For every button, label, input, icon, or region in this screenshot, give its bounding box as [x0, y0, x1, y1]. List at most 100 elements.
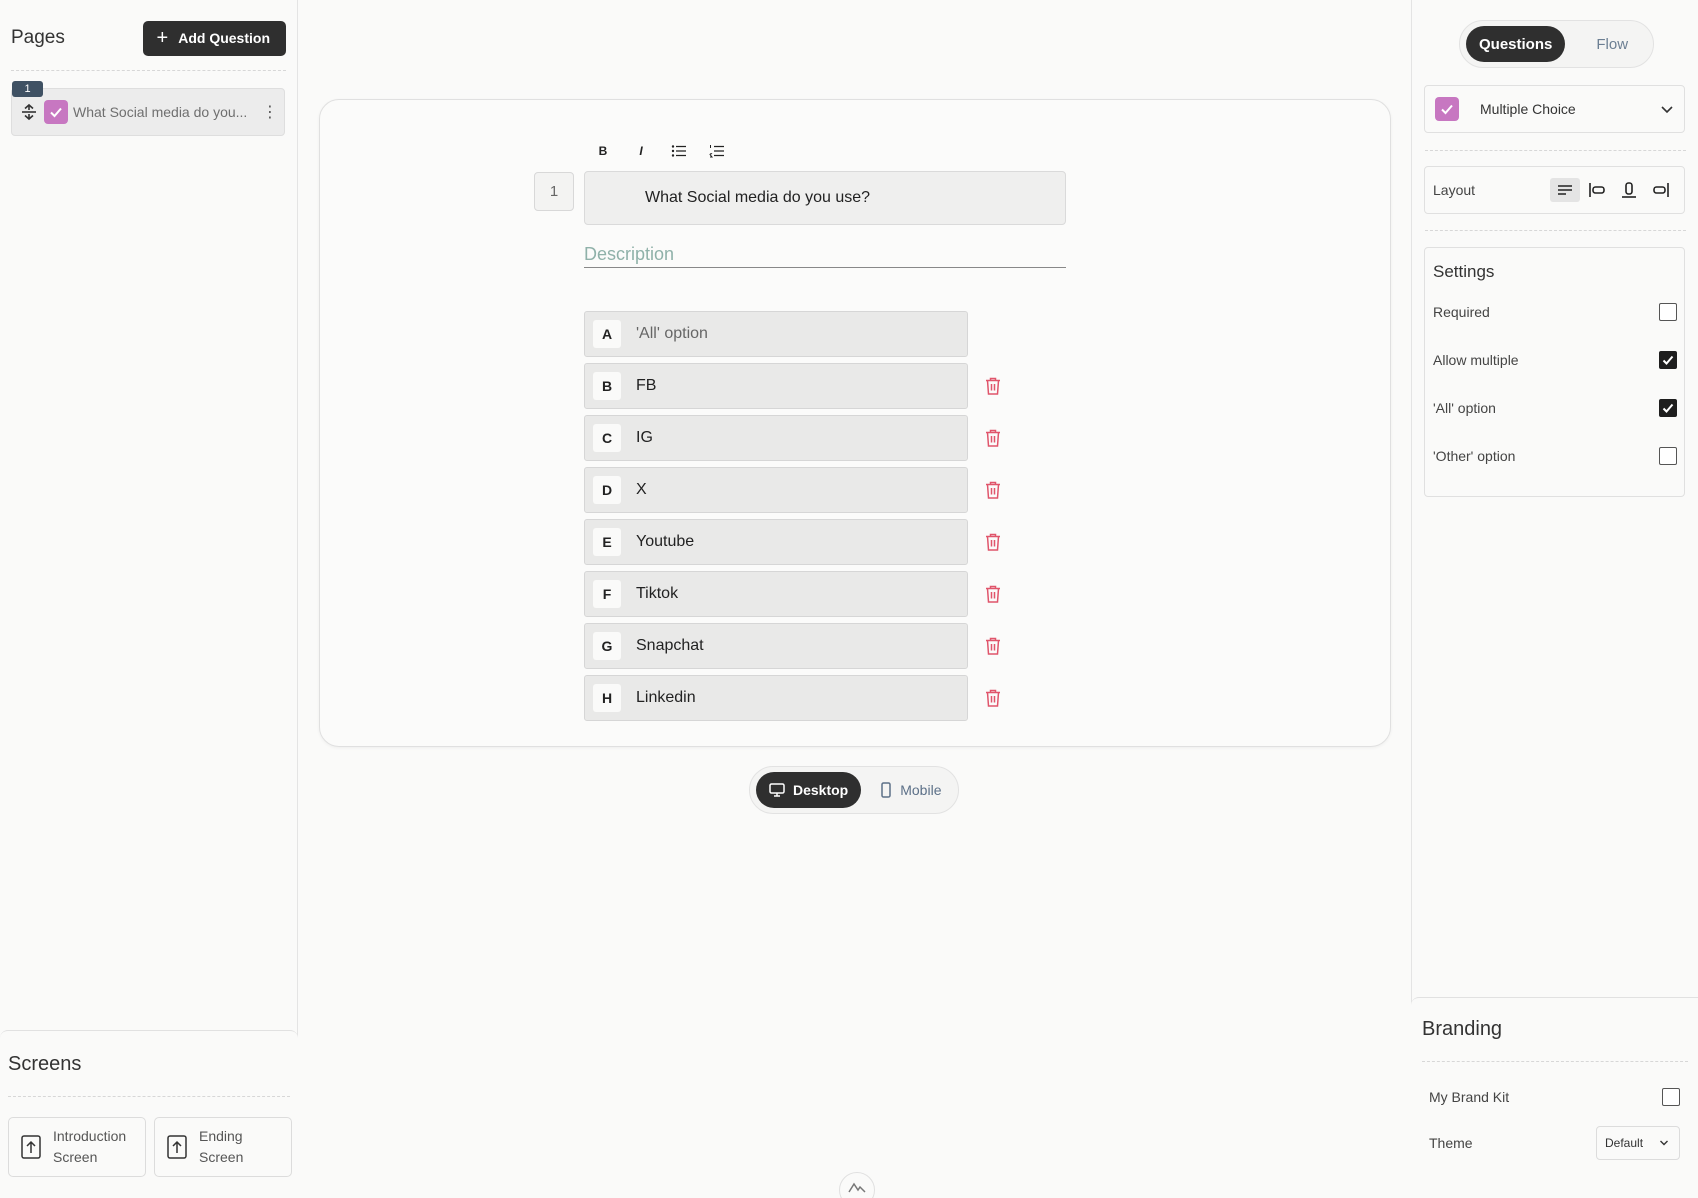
option-text[interactable]: Youtube — [636, 533, 694, 551]
theme-label: Theme — [1429, 1135, 1473, 1151]
setting-label: 'All' option — [1433, 400, 1496, 416]
bullet-list-button[interactable] — [670, 142, 688, 160]
description-input[interactable]: Description — [584, 244, 1066, 268]
question-type-select[interactable]: Multiple Choice — [1424, 85, 1685, 133]
tab-questions[interactable]: Questions — [1466, 26, 1566, 62]
align-text-icon — [1558, 185, 1572, 195]
trash-icon[interactable] — [984, 532, 1002, 552]
option-row[interactable]: A 'All' option — [584, 311, 968, 357]
mobile-toggle-button[interactable]: Mobile — [867, 772, 954, 808]
numbered-list-button[interactable] — [708, 142, 726, 160]
checkbox-icon — [44, 100, 68, 124]
option-row[interactable]: DX — [584, 467, 968, 513]
introduction-screen-card[interactable]: Introduction Screen — [8, 1117, 146, 1177]
option-row[interactable]: G Snapchat — [584, 623, 968, 669]
page-number-badge: 1 — [12, 81, 43, 97]
setting-checkbox[interactable] — [1659, 399, 1677, 417]
option-text[interactable]: 'All' option — [636, 325, 708, 343]
page-item[interactable]: 1 What Social media do you... ⋮ — [11, 81, 285, 136]
brand-kit-row: My Brand Kit — [1429, 1088, 1680, 1106]
trash-icon[interactable] — [984, 428, 1002, 448]
trash-icon[interactable] — [984, 480, 1002, 500]
bullet-list-icon — [671, 145, 686, 157]
setting-row: Required — [1433, 300, 1677, 324]
option-key: F — [593, 580, 621, 608]
setting-checkbox[interactable] — [1659, 303, 1677, 321]
setting-checkbox[interactable] — [1659, 351, 1677, 369]
tab-flow[interactable]: Flow — [1583, 26, 1641, 62]
screen-upload-icon — [167, 1135, 187, 1159]
option-row[interactable]: C IG — [584, 415, 968, 461]
kebab-icon[interactable]: ⋮ — [262, 102, 278, 122]
divider — [1425, 150, 1686, 151]
mobile-label: Mobile — [900, 782, 942, 798]
option-row[interactable]: E Youtube — [584, 519, 968, 565]
option-text[interactable]: FB — [636, 377, 656, 395]
layout-option-left[interactable] — [1582, 178, 1612, 202]
screen-label-line: Ending — [199, 1128, 243, 1144]
option-key: B — [593, 372, 621, 400]
option-key: G — [593, 632, 621, 660]
option-text[interactable]: Tiktok — [636, 585, 678, 603]
option-text[interactable]: X — [636, 481, 647, 499]
numbered-list-icon — [709, 145, 724, 158]
setting-row: 'Other' option — [1433, 444, 1677, 468]
settings-title: Settings — [1433, 262, 1495, 281]
layout-left-icon — [1589, 183, 1605, 197]
screen-label-line: Introduction — [53, 1128, 127, 1144]
option-text[interactable]: IG — [636, 429, 653, 447]
layout-selector: Layout — [1424, 166, 1685, 214]
question-text-input[interactable]: What Social media do you use? — [584, 171, 1066, 225]
trash-icon[interactable] — [984, 376, 1002, 396]
chevron-down-icon — [1660, 1140, 1668, 1146]
left-panel: Pages + Add Question 1 What Social media… — [0, 0, 298, 1198]
screen-label-line: Screen — [53, 1149, 98, 1165]
logo-icon — [839, 1172, 875, 1198]
page-item-text: What Social media do you... — [73, 104, 248, 120]
drag-handle-icon[interactable] — [20, 102, 38, 122]
option-row[interactable]: B FB — [584, 363, 968, 409]
ending-screen-card[interactable]: Ending Screen — [154, 1117, 292, 1177]
branding-panel: Branding My Brand Kit Theme Default — [1411, 997, 1698, 1198]
italic-button[interactable]: I — [632, 142, 650, 160]
theme-select[interactable]: Default — [1596, 1126, 1680, 1160]
option-row[interactable]: H Linkedin — [584, 675, 968, 721]
introduction-screen-label: Introduction Screen — [53, 1126, 126, 1168]
option-key: C — [593, 424, 621, 452]
screen-upload-icon — [21, 1135, 41, 1159]
setting-label: 'Other' option — [1433, 448, 1516, 464]
option-text[interactable]: Snapchat — [636, 637, 704, 655]
layout-option-bottom[interactable] — [1614, 178, 1644, 202]
chevron-down-icon — [1661, 106, 1673, 114]
setting-row: 'All' option — [1433, 396, 1677, 420]
device-toggle: Desktop Mobile — [749, 766, 959, 814]
option-text[interactable]: Linkedin — [636, 689, 696, 707]
layout-option-right[interactable] — [1646, 178, 1676, 202]
add-question-button[interactable]: + Add Question — [142, 20, 286, 56]
setting-row: Allow multiple — [1433, 348, 1677, 372]
divider — [8, 1096, 290, 1097]
layout-option-text[interactable] — [1550, 178, 1580, 202]
layout-label: Layout — [1433, 182, 1476, 198]
question-number: 1 — [534, 172, 574, 211]
option-key: H — [593, 684, 621, 712]
divider — [11, 70, 286, 71]
option-row[interactable]: F Tiktok — [584, 571, 968, 617]
layout-right-icon — [1653, 183, 1669, 197]
trash-icon[interactable] — [984, 636, 1002, 656]
text-format-toolbar: B I — [594, 142, 726, 160]
trash-icon[interactable] — [984, 584, 1002, 604]
phone-icon — [881, 782, 891, 798]
divider — [1422, 1061, 1688, 1062]
setting-label: Required — [1433, 304, 1490, 320]
divider — [1425, 230, 1686, 231]
pages-header: Pages + Add Question — [11, 20, 286, 56]
brand-kit-checkbox[interactable] — [1662, 1088, 1680, 1106]
theme-row: Theme Default — [1429, 1126, 1680, 1160]
layout-bottom-icon — [1622, 182, 1636, 198]
trash-icon[interactable] — [984, 688, 1002, 708]
desktop-toggle-button[interactable]: Desktop — [756, 772, 862, 808]
setting-checkbox[interactable] — [1659, 447, 1677, 465]
settings-panel: Settings Required Allow multiple 'All' opt… — [1424, 247, 1685, 497]
bold-button[interactable]: B — [594, 142, 612, 160]
